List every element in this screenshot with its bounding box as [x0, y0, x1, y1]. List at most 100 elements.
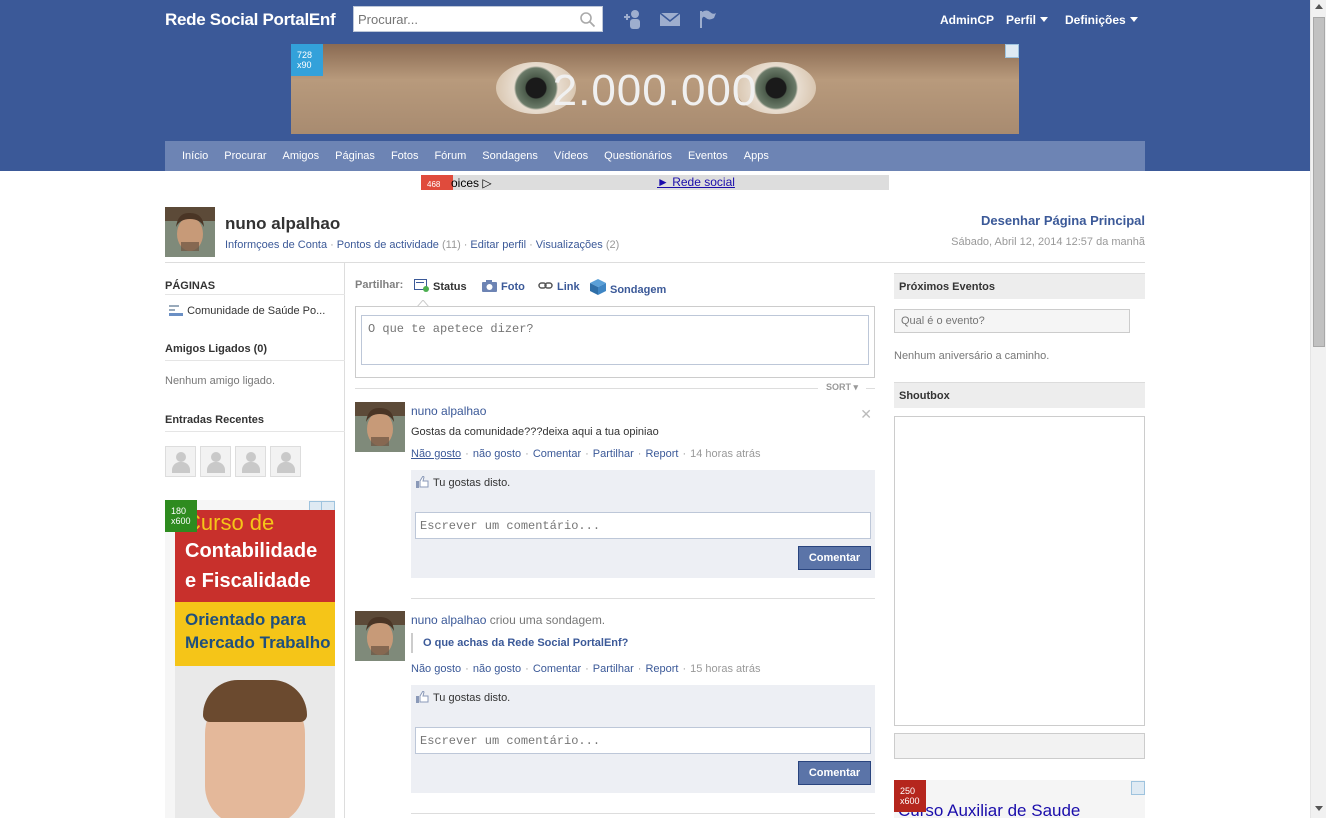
- adchoices-icon[interactable]: [1005, 44, 1019, 58]
- comment-input[interactable]: [415, 727, 871, 754]
- share-link[interactable]: Partilhar: [593, 448, 634, 460]
- ad-size-h: x600: [900, 796, 920, 806]
- nav-item-apps[interactable]: Apps: [736, 141, 777, 171]
- admincp-link[interactable]: AdminCP: [940, 13, 994, 27]
- activity-count: (11): [442, 239, 461, 251]
- definicoes-menu[interactable]: Definições: [1065, 13, 1138, 27]
- adstrip-badge: 468: [421, 175, 453, 190]
- adchoices-label[interactable]: oices ▷: [451, 176, 492, 190]
- dislike-link[interactable]: não gosto: [473, 663, 521, 675]
- nav-item-questionarios[interactable]: Questionários: [596, 141, 680, 171]
- poll-question-link[interactable]: O que achas da Rede Social PortalEnf?: [411, 633, 628, 653]
- sort-dropdown[interactable]: SORT ▾: [817, 382, 866, 393]
- perfil-label: Perfil: [1006, 13, 1037, 27]
- scroll-down-arrow-icon[interactable]: [1315, 806, 1323, 811]
- nav-item-paginas[interactable]: Páginas: [327, 141, 383, 171]
- recent-entry-avatar[interactable]: [165, 446, 196, 477]
- no-friends-text: Nenhum amigo ligado.: [165, 375, 276, 387]
- close-icon[interactable]: ✕: [860, 406, 872, 423]
- report-link[interactable]: Report: [645, 448, 678, 460]
- comment-input[interactable]: [415, 512, 871, 539]
- shoutbox-input[interactable]: [894, 733, 1145, 759]
- chevron-down-icon: [1040, 17, 1049, 22]
- nav-item-forum[interactable]: Fórum: [426, 141, 474, 171]
- profile-name[interactable]: nuno alpalhao: [225, 214, 340, 234]
- recent-entry-avatar[interactable]: [235, 446, 266, 477]
- vertical-ad[interactable]: 180 x600 Curso de Contabilidade e Fiscali…: [165, 500, 335, 818]
- page-item[interactable]: Comunidade de Saúde Po...: [168, 303, 325, 319]
- right-ad[interactable]: Curso Auxiliar de Saude 250 x600: [894, 780, 1145, 818]
- post-author-avatar[interactable]: [355, 611, 405, 661]
- recent-entry-avatar[interactable]: [270, 446, 301, 477]
- notifications-flag-icon[interactable]: [697, 9, 719, 29]
- share-photo-tab[interactable]: Foto: [482, 279, 525, 293]
- nav-item-eventos[interactable]: Eventos: [680, 141, 736, 171]
- dislike-link[interactable]: não gosto: [473, 448, 521, 460]
- banner-ad[interactable]: 2.000.000 728 x90: [291, 44, 1019, 134]
- separator: ·: [465, 663, 469, 675]
- person-icon-head: [176, 452, 186, 462]
- comment-link[interactable]: Comentar: [533, 663, 581, 675]
- friend-requests-icon[interactable]: [623, 9, 645, 29]
- profile-avatar[interactable]: [165, 207, 215, 257]
- post-author-name[interactable]: nuno alpalhao: [411, 404, 486, 418]
- separator: ·: [525, 448, 529, 460]
- text-ad-strip[interactable]: 468 oices ▷ ► Rede social: [421, 175, 889, 190]
- ad-line-4: Orientado para: [185, 610, 306, 629]
- ad-line-3: e Fiscalidade: [185, 570, 311, 592]
- activity-points-link[interactable]: Pontos de actividade: [337, 239, 439, 251]
- search-icon[interactable]: [579, 11, 596, 28]
- views-link[interactable]: Visualizações: [536, 239, 603, 251]
- share-link-tab[interactable]: Link: [538, 279, 580, 293]
- share-poll-tab[interactable]: Sondagem: [590, 279, 666, 296]
- person-icon-head: [211, 452, 221, 462]
- comment-submit-button[interactable]: Comentar: [798, 761, 871, 785]
- adstrip-link[interactable]: ► Rede social: [657, 175, 735, 189]
- divider: [411, 598, 875, 599]
- share-link[interactable]: Partilhar: [593, 663, 634, 675]
- left-sidebar: PÁGINAS Comunidade de Saúde Po... Amigos…: [165, 263, 345, 818]
- perfil-menu[interactable]: Perfil: [1006, 13, 1049, 27]
- share-status-tab[interactable]: Status: [414, 279, 467, 293]
- scroll-up-arrow-icon[interactable]: [1315, 4, 1323, 9]
- adchoices-icon[interactable]: [1131, 781, 1145, 795]
- comment-submit-button[interactable]: Comentar: [798, 546, 871, 570]
- nav-item-amigos[interactable]: Amigos: [274, 141, 327, 171]
- page-item-label: Comunidade de Saúde Po...: [187, 305, 326, 317]
- person-icon-body: [277, 462, 295, 473]
- event-input[interactable]: [894, 309, 1130, 333]
- page-scrollbar[interactable]: [1310, 0, 1326, 818]
- unlike-link[interactable]: Não gosto: [411, 663, 461, 675]
- person-icon-head: [246, 452, 256, 462]
- nav-item-procurar[interactable]: Procurar: [216, 141, 274, 171]
- site-title[interactable]: Rede Social PortalEnf: [165, 10, 336, 30]
- recent-entry-avatar[interactable]: [200, 446, 231, 477]
- report-link[interactable]: Report: [645, 663, 678, 675]
- design-homepage-link[interactable]: Desenhar Página Principal: [981, 213, 1145, 228]
- friends-title: Amigos Ligados (0): [165, 343, 268, 355]
- camera-icon: [482, 280, 497, 292]
- divider: [165, 431, 345, 432]
- search-input[interactable]: [354, 7, 574, 31]
- nav-item-fotos[interactable]: Fotos: [383, 141, 427, 171]
- main-nav: Início Procurar Amigos Páginas Fotos Fór…: [165, 141, 1145, 171]
- nav-item-sondagens[interactable]: Sondagens: [474, 141, 546, 171]
- nav-item-inicio[interactable]: Início: [165, 141, 216, 171]
- unlike-link[interactable]: Não gosto: [411, 448, 461, 460]
- messages-icon[interactable]: [659, 9, 681, 29]
- separator: ·: [637, 448, 642, 460]
- post-author-name[interactable]: nuno alpalhao: [411, 613, 486, 627]
- banner-size-h: x90: [297, 60, 312, 70]
- account-info-link[interactable]: Informçoes de Conta: [225, 239, 327, 251]
- search-box[interactable]: [353, 6, 603, 32]
- scroll-thumb[interactable]: [1313, 17, 1325, 347]
- ad-size-h: x600: [171, 516, 191, 526]
- edit-profile-link[interactable]: Editar perfil: [470, 239, 526, 251]
- nav-item-videos[interactable]: Vídeos: [546, 141, 596, 171]
- post-author-avatar[interactable]: [355, 402, 405, 452]
- post-text: Gostas da comunidade???deixa aqui a tua …: [411, 426, 659, 438]
- status-input[interactable]: [361, 315, 869, 365]
- shoutbox-messages[interactable]: [894, 416, 1145, 726]
- news-feed: Partilhar: Status Foto Link Sondagem SOR…: [355, 263, 875, 818]
- comment-link[interactable]: Comentar: [533, 448, 581, 460]
